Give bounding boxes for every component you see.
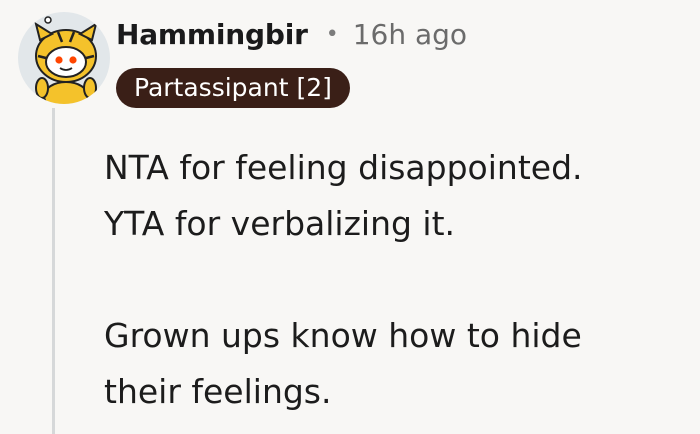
thread-line[interactable]	[52, 108, 55, 434]
user-flair-badge: Partassipant [2]	[116, 68, 350, 108]
comment-line: YTA for verbalizing it.	[104, 204, 456, 243]
comment-paragraph-break	[104, 252, 684, 308]
separator-dot: •	[325, 21, 339, 47]
snoo-avatar-icon	[34, 16, 98, 104]
username-link[interactable]: Hammingbir	[116, 18, 308, 51]
comment-line: their feelings.	[104, 372, 332, 411]
comment-meta: Hammingbir • 16h ago	[116, 14, 467, 54]
comment-line: Grown ups know how to hide	[104, 316, 582, 355]
comment-line: NTA for feeling disappointed.	[104, 148, 583, 187]
comment: Hammingbir • 16h ago Partassipant [2] NT…	[0, 0, 700, 434]
comment-body: NTA for feeling disappointed. YTA for ve…	[104, 140, 684, 420]
timestamp[interactable]: 16h ago	[353, 18, 467, 51]
user-avatar[interactable]	[18, 12, 110, 104]
